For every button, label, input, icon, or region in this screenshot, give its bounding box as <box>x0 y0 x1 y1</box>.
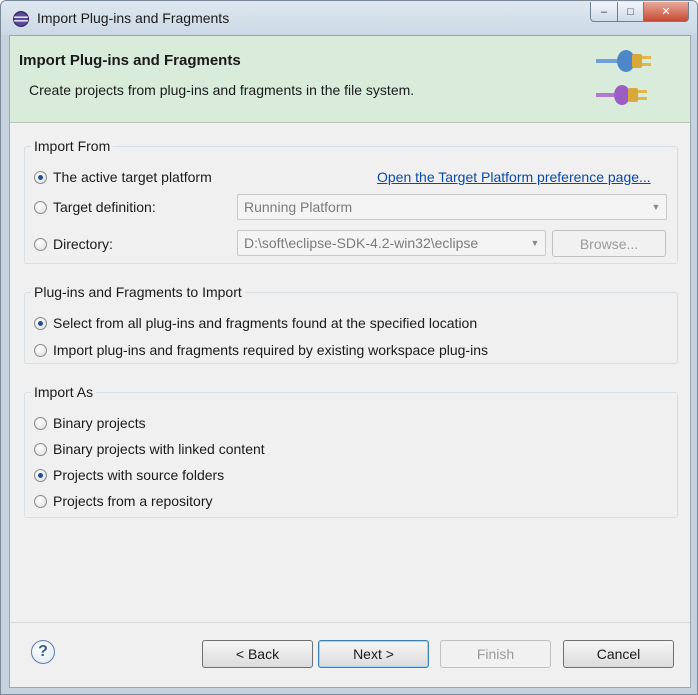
radio-label: Select from all plug-ins and fragments f… <box>53 315 478 331</box>
radio-indicator[interactable] <box>34 316 47 330</box>
dialog-client-area: Import Plug-ins and Fragments Create pro… <box>9 35 691 688</box>
radio-indicator[interactable] <box>34 442 47 456</box>
target-platform-preference-link[interactable]: Open the Target Platform preference page… <box>377 169 651 185</box>
directory-combo[interactable]: D:\soft\eclipse-SDK-4.2-win32\eclipse ▼ <box>237 230 546 256</box>
combo-value: Running Platform <box>244 199 353 215</box>
close-button[interactable]: ✕ <box>644 2 689 22</box>
cancel-button[interactable]: Cancel <box>563 640 674 668</box>
radio-directory[interactable]: Directory: <box>34 236 113 252</box>
import-as-legend: Import As <box>34 384 94 400</box>
wizard-banner: Import Plug-ins and Fragments Create pro… <box>10 36 690 123</box>
radio-label: Directory: <box>53 236 113 252</box>
radio-label: Projects from a repository <box>53 493 213 509</box>
plugins-to-import-legend: Plug-ins and Fragments to Import <box>34 284 242 300</box>
wizard-description: Create projects from plug-ins and fragme… <box>29 82 415 98</box>
radio-select-from-all[interactable]: Select from all plug-ins and fragments f… <box>34 315 477 331</box>
import-from-group: Import From The active target platform O… <box>24 138 678 264</box>
radio-target-definition[interactable]: Target definition: <box>34 199 156 215</box>
plugins-to-import-group: Plug-ins and Fragments to Import Select … <box>24 284 678 364</box>
finish-button[interactable]: Finish <box>440 640 551 668</box>
combo-value: D:\soft\eclipse-SDK-4.2-win32\eclipse <box>244 235 479 251</box>
button-bar-separator <box>10 622 690 623</box>
chevron-down-icon[interactable]: ▼ <box>529 237 541 249</box>
next-button[interactable]: Next > <box>318 640 429 668</box>
import-from-legend: Import From <box>34 138 111 154</box>
radio-source-folders[interactable]: Projects with source folders <box>34 467 224 483</box>
back-button[interactable]: < Back <box>202 640 313 668</box>
wizard-title: Import Plug-ins and Fragments <box>19 52 241 69</box>
radio-from-repository[interactable]: Projects from a repository <box>34 493 213 509</box>
radio-label: Projects with source folders <box>53 467 225 483</box>
radio-indicator[interactable] <box>34 170 47 184</box>
radio-indicator[interactable] <box>34 494 47 508</box>
title-bar[interactable]: Import Plug-ins and Fragments – □ ✕ <box>1 1 697 35</box>
radio-import-required[interactable]: Import plug-ins and fragments required b… <box>34 342 488 358</box>
radio-label: Target definition: <box>53 199 156 215</box>
minimize-button[interactable]: – <box>590 2 618 22</box>
target-definition-combo[interactable]: Running Platform ▼ <box>237 194 667 220</box>
radio-label: Binary projects with linked content <box>53 441 265 457</box>
window-controls: – □ ✕ <box>590 2 689 22</box>
radio-binary-linked[interactable]: Binary projects with linked content <box>34 441 265 457</box>
maximize-button[interactable]: □ <box>618 2 644 22</box>
radio-binary-projects[interactable]: Binary projects <box>34 415 146 431</box>
radio-label: Binary projects <box>53 415 146 431</box>
radio-indicator[interactable] <box>34 468 47 482</box>
radio-indicator[interactable] <box>34 237 47 251</box>
help-icon[interactable]: ? <box>31 640 55 664</box>
radio-indicator[interactable] <box>34 416 47 430</box>
radio-active-target-platform[interactable]: The active target platform <box>34 169 212 185</box>
radio-label: Import plug-ins and fragments required b… <box>53 342 488 358</box>
browse-button[interactable]: Browse... <box>552 230 666 257</box>
chevron-down-icon[interactable]: ▼ <box>650 201 662 213</box>
import-dialog-window: Import Plug-ins and Fragments – □ ✕ Impo… <box>0 0 698 695</box>
radio-indicator[interactable] <box>34 343 47 357</box>
radio-indicator[interactable] <box>34 200 47 214</box>
eclipse-icon <box>13 11 29 27</box>
import-as-group: Import As Binary projects Binary project… <box>24 384 678 518</box>
radio-label: The active target platform <box>53 169 212 185</box>
window-title: Import Plug-ins and Fragments <box>37 10 230 26</box>
plug-in-icon <box>596 50 651 105</box>
